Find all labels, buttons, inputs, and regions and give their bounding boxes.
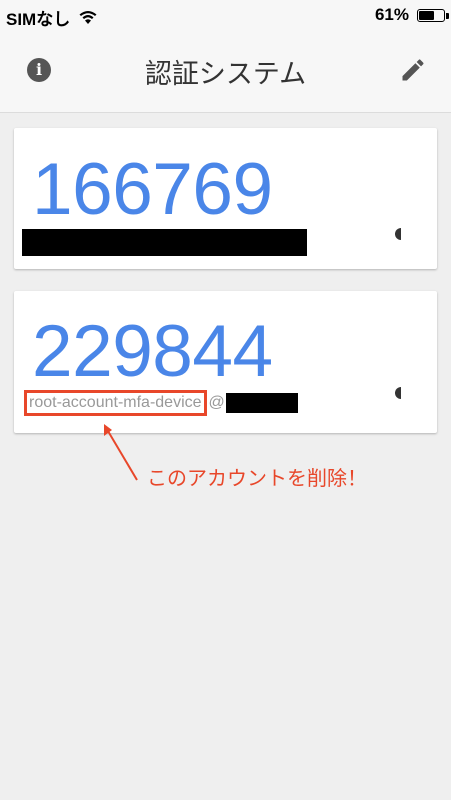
redacted-account-domain [225, 393, 298, 413]
account-card[interactable]: 229844 root-account-mfa-device @ [14, 291, 437, 433]
account-card[interactable]: 166769 [14, 128, 437, 269]
otp-code: 229844 [32, 311, 273, 392]
countdown-timer-icon [395, 387, 401, 399]
annotation-arrow [104, 424, 138, 481]
wifi-icon [79, 11, 97, 24]
pencil-icon[interactable] [399, 56, 427, 84]
annotation-text: このアカウントを削除！ [147, 466, 367, 490]
battery-icon [417, 8, 449, 22]
page-title: 認証システム [144, 59, 307, 90]
account-name: root-account-mfa-device @ [24, 390, 298, 416]
battery-percent: 61% [374, 5, 409, 24]
countdown-timer-icon [395, 228, 401, 240]
highlighted-account-label: root-account-mfa-device [24, 390, 207, 416]
status-bar: SIMなし 61% [0, 0, 451, 30]
redacted-account-name [22, 229, 307, 256]
otp-code: 166769 [32, 149, 273, 230]
app-bar: i 認証システム [0, 30, 451, 113]
carrier-label: SIMなし [6, 10, 71, 29]
at-sign: @ [208, 394, 225, 411]
